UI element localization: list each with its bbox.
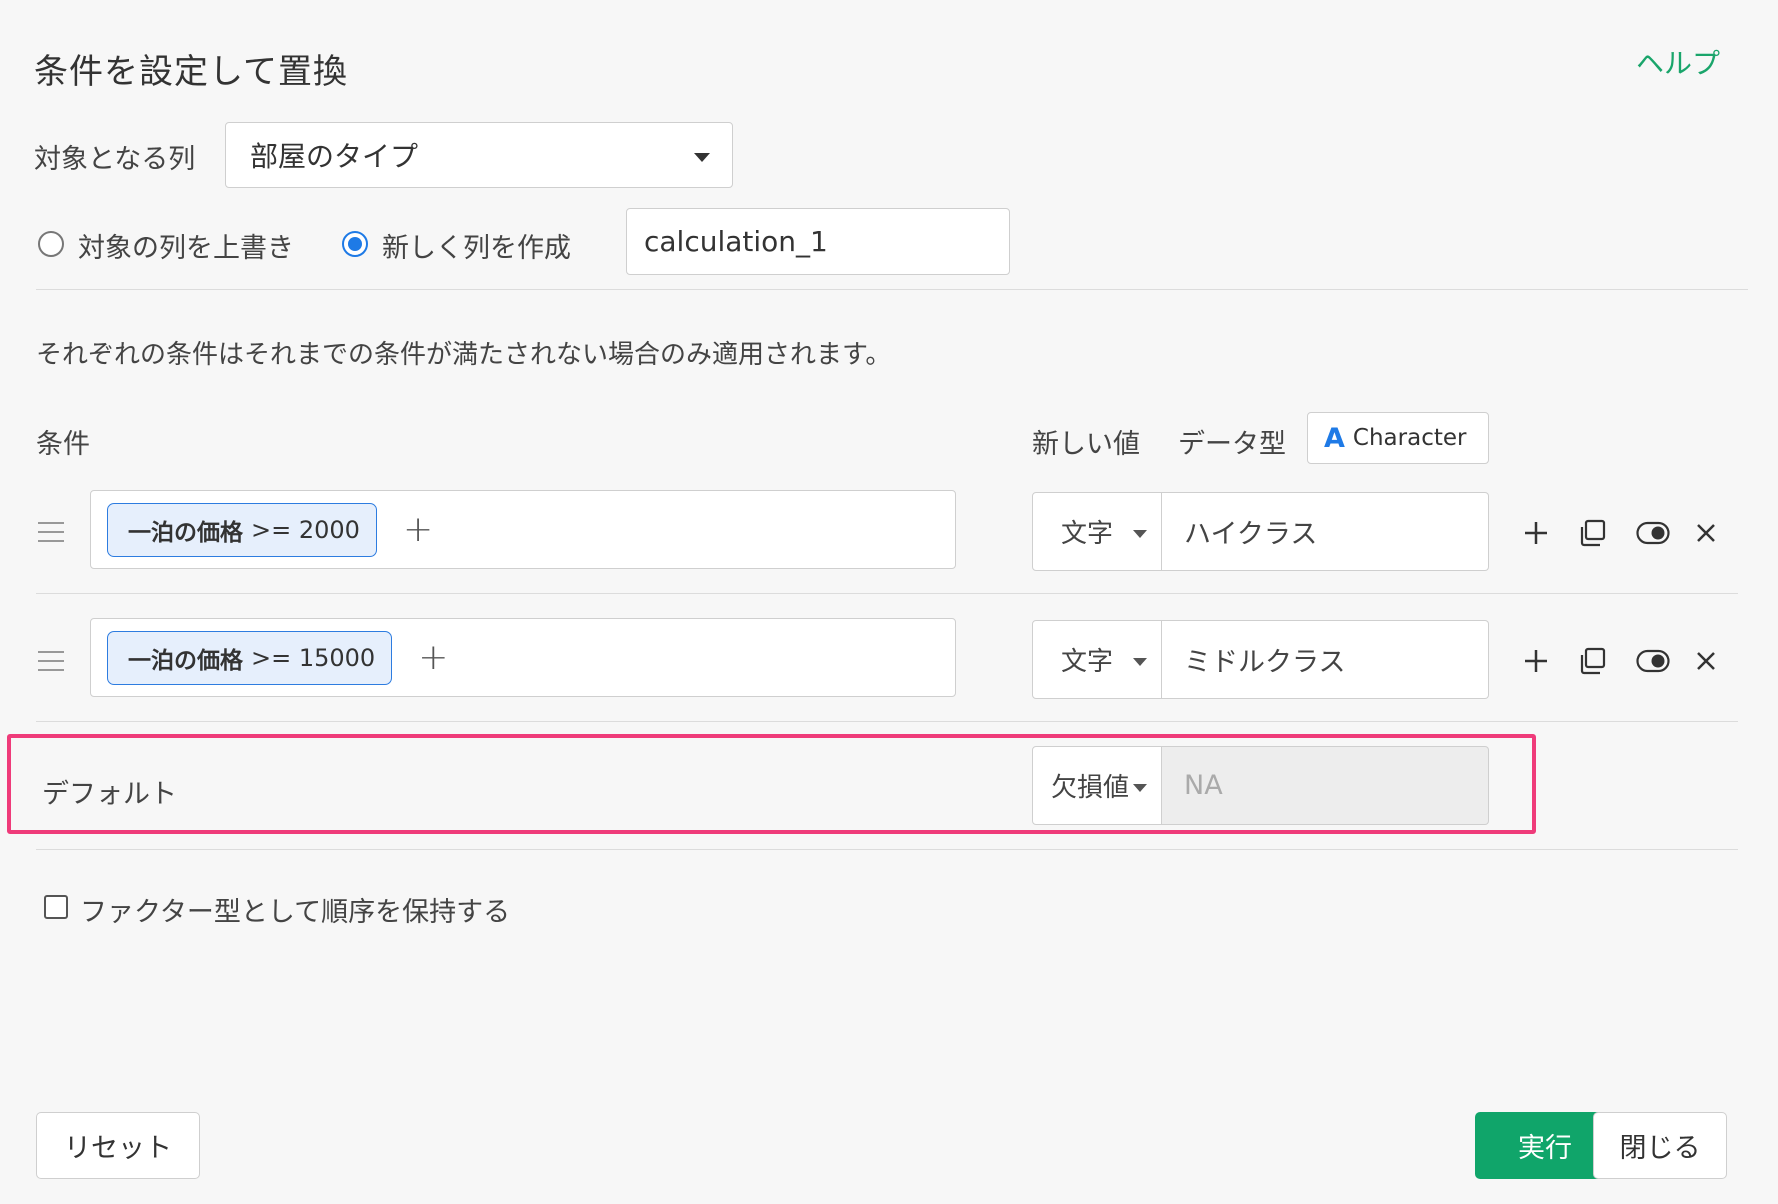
data-type-header: データ型 [1178,429,1286,460]
divider [36,849,1738,850]
dialog-title: 条件を設定して置換 [34,52,348,92]
reset-button[interactable]: リセット [36,1112,200,1179]
chevron-down-icon [1133,784,1147,792]
new-value-input[interactable]: ハイクラス [1162,492,1489,571]
close-button[interactable]: 閉じる [1593,1112,1727,1179]
delete-row-icon[interactable] [1686,641,1726,681]
default-value-type-label: 欠損値 [1051,773,1130,803]
divider [36,721,1738,722]
new-value-text: ミドルクラス [1184,647,1346,678]
chevron-down-icon [694,153,710,162]
drag-handle-icon[interactable] [38,651,64,678]
overwrite-label: 対象の列を上書き [78,233,294,264]
add-condition-icon[interactable]: + [403,511,433,548]
condition-header: 条件 [36,429,90,460]
data-type-selector[interactable]: A Character [1307,412,1489,464]
condition-operator-value: >= 15000 [251,643,376,672]
target-column-value: 部屋のタイプ [250,140,419,173]
condition-chip[interactable]: 一泊の価格 >= 2000 [107,502,377,557]
factor-order-checkbox[interactable] [44,895,68,919]
new-value-text: ハイクラス [1184,519,1318,550]
condition-chip[interactable]: 一泊の価格 >= 15000 [107,630,393,685]
condition-column: 一泊の価格 [128,519,243,546]
condition-expression-box[interactable]: 一泊の価格 >= 15000 + [90,618,956,697]
toggle-visibility-icon[interactable] [1633,513,1673,553]
drag-handle-icon[interactable] [38,522,64,549]
default-value-type-select[interactable]: 欠損値 [1032,746,1162,825]
new-value-header: 新しい値 [1032,429,1140,460]
default-label: デフォルト [42,779,177,810]
copy-icon[interactable] [1572,641,1612,681]
target-column-select[interactable]: 部屋のタイプ [225,122,733,188]
divider [36,289,1748,290]
add-condition-icon[interactable]: + [418,639,448,676]
condition-note: それぞれの条件はそれまでの条件が満たされない場合のみ適用されます。 [36,340,892,370]
new-column-name-input[interactable]: calculation_1 [626,208,1010,275]
add-row-icon[interactable] [1516,513,1556,553]
chevron-down-icon [1133,658,1147,666]
value-type-select[interactable]: 文字 [1032,620,1162,699]
character-type-icon: A [1324,422,1345,454]
new-column-label: 新しく列を作成 [382,233,571,264]
condition-column: 一泊の価格 [128,647,243,674]
condition-operator-value: >= 2000 [251,515,360,544]
value-type-label: 文字 [1061,647,1114,677]
data-type-value: Character [1352,425,1467,451]
default-value-input: NA [1162,746,1489,825]
new-column-radio[interactable] [342,231,368,257]
divider [36,593,1738,594]
chevron-down-icon [1133,530,1147,538]
new-value-input[interactable]: ミドルクラス [1162,620,1489,699]
default-value-text: NA [1184,770,1223,801]
help-link[interactable]: ヘルプ [1636,42,1720,82]
new-column-name-value: calculation_1 [644,225,828,258]
copy-icon[interactable] [1572,513,1612,553]
value-type-select[interactable]: 文字 [1032,492,1162,571]
add-row-icon[interactable] [1516,641,1556,681]
target-column-label: 対象となる列 [34,144,196,175]
delete-row-icon[interactable] [1686,513,1726,553]
toggle-visibility-icon[interactable] [1633,641,1673,681]
value-type-label: 文字 [1061,519,1114,549]
factor-order-label: ファクター型として順序を保持する [80,897,511,928]
overwrite-radio[interactable] [38,231,64,257]
condition-expression-box[interactable]: 一泊の価格 >= 2000 + [90,490,956,569]
